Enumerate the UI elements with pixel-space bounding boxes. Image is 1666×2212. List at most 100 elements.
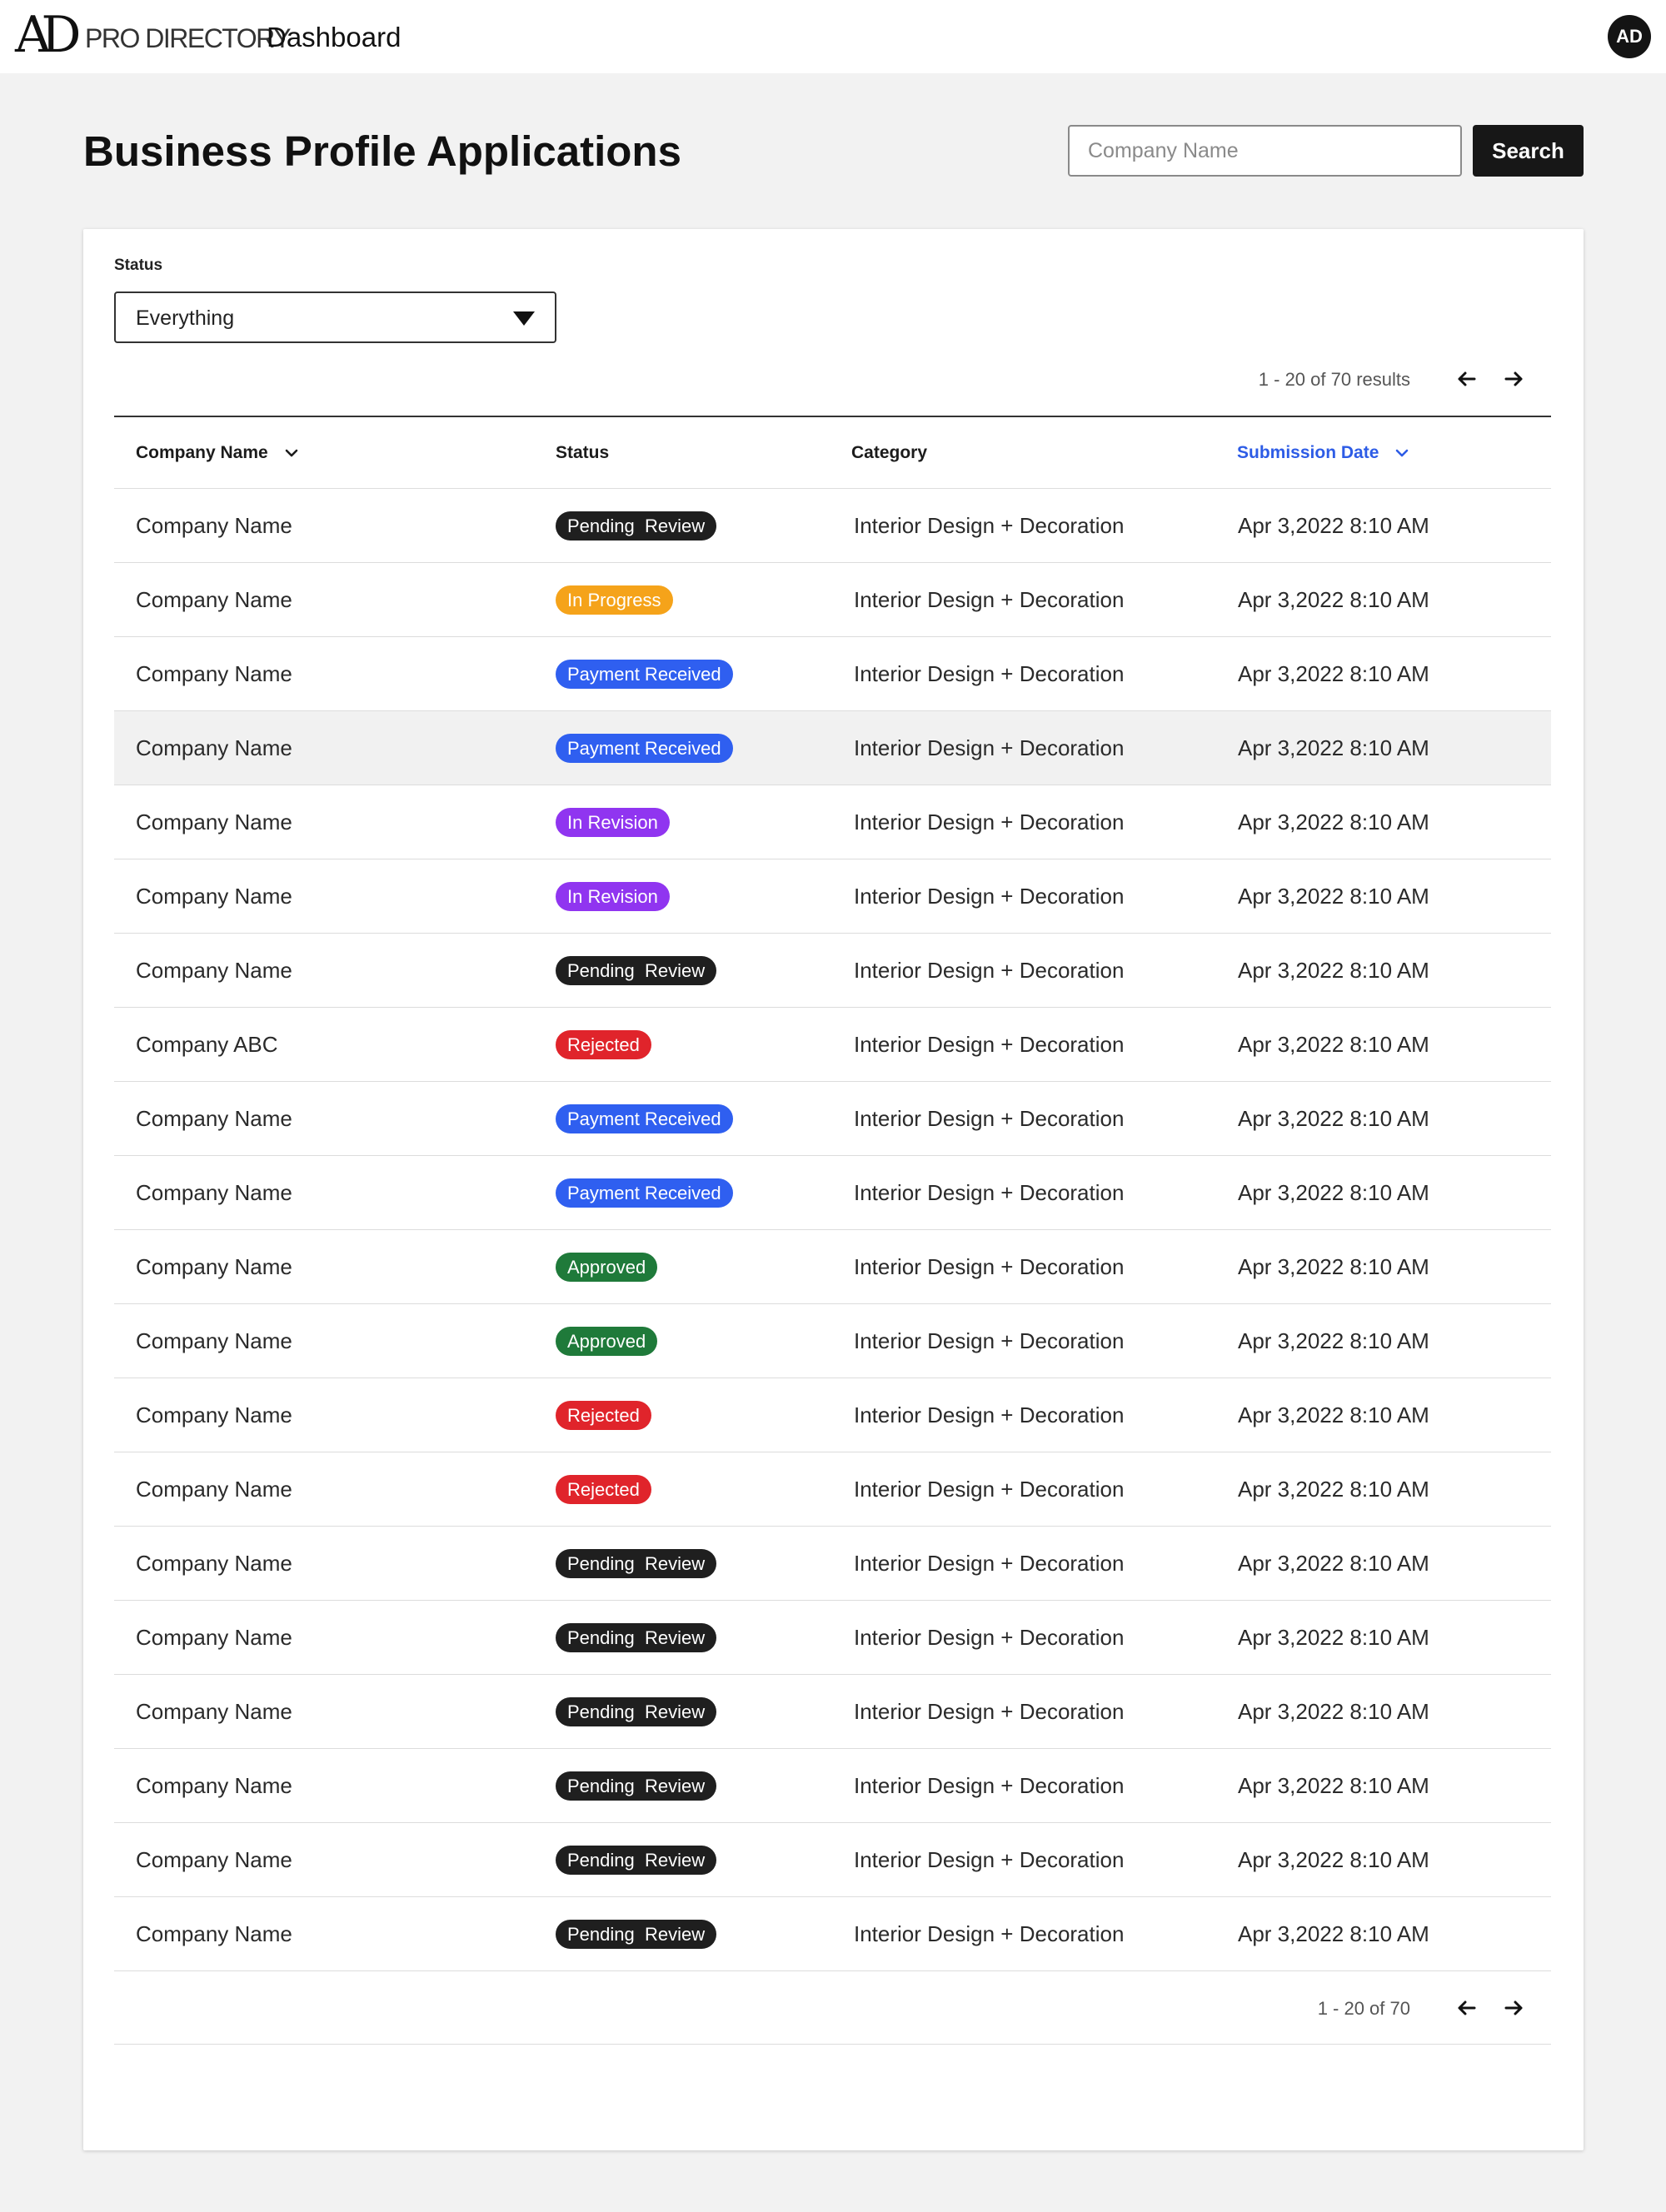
status-badge: Pending Review — [556, 1846, 717, 1875]
table-row[interactable]: Company Name Approved Interior Design + De… — [114, 1230, 1551, 1304]
table-row[interactable]: Company Name Payment Received Interior Des… — [114, 711, 1551, 785]
column-header-company-name[interactable]: Company Name — [136, 417, 300, 489]
submission-date-cell: Apr 3,2022 8:10 AM — [1238, 1773, 1429, 1798]
status-badge: Rejected — [556, 1030, 651, 1059]
company-name-cell[interactable]: Company Name — [136, 1452, 292, 1526]
arrow-left-icon — [1458, 371, 1476, 386]
table-row[interactable]: Company Name Pending Review Interior Desig… — [114, 1675, 1551, 1749]
company-name-cell[interactable]: Company Name — [136, 1897, 292, 1970]
company-name-cell[interactable]: Company Name — [136, 859, 292, 933]
category-cell: Interior Design + Decoration — [854, 1551, 1125, 1576]
company-name-cell[interactable]: Company ABC — [136, 1008, 278, 1081]
table-row[interactable]: Company Name Rejected Interior Design + De… — [114, 1452, 1551, 1527]
table-row[interactable]: Company Name Pending Review Interior Desig… — [114, 1823, 1551, 1897]
table-row[interactable]: Company Name In Revision Interior Design +… — [114, 859, 1551, 934]
applications-table: Company Name Status Category Submission … — [114, 416, 1551, 2045]
category-cell: Interior Design + Decoration — [854, 1477, 1125, 1502]
column-header-submission-date[interactable]: Submission Date — [1237, 417, 1410, 489]
company-name-cell[interactable]: Company Name — [136, 637, 292, 710]
caret-down-icon — [513, 311, 535, 326]
category-cell: Interior Design + Decoration — [854, 1402, 1125, 1427]
company-name-cell[interactable]: Company Name — [136, 1378, 292, 1452]
status-badge: Payment Received — [556, 1178, 733, 1208]
next-page-button-bottom[interactable] — [1497, 1991, 1530, 2025]
table-row[interactable]: Company ABC Rejected Interior Design + Dec… — [114, 1008, 1551, 1082]
company-name-cell[interactable]: Company Name — [136, 1675, 292, 1748]
table-row[interactable]: Company Name In Revision Interior Design +… — [114, 785, 1551, 859]
submission-date-cell: Apr 3,2022 8:10 AM — [1238, 884, 1429, 909]
company-name-cell[interactable]: Company Name — [136, 1230, 292, 1303]
status-badge: Pending Review — [556, 1771, 717, 1801]
logo-mark[interactable]: AD — [15, 10, 82, 60]
category-cell: Interior Design + Decoration — [854, 1699, 1125, 1724]
company-name-cell[interactable]: Company Name — [136, 1156, 292, 1229]
company-name-cell[interactable]: Company Name — [136, 785, 292, 859]
company-name-cell[interactable]: Company Name — [136, 1527, 292, 1600]
status-badge: Pending Review — [556, 1697, 717, 1726]
category-cell: Interior Design + Decoration — [854, 513, 1125, 538]
company-name-cell[interactable]: Company Name — [136, 489, 292, 562]
submission-date-cell: Apr 3,2022 8:10 AM — [1238, 661, 1429, 686]
column-label: Submission Date — [1237, 443, 1379, 462]
logo-subtitle: PRO DIRECTORY — [85, 23, 292, 53]
submission-date-cell: Apr 3,2022 8:10 AM — [1238, 1551, 1429, 1576]
top-bar: AD PRO DIRECTORY Dashboard AD — [0, 0, 1666, 73]
status-badge: Pending Review — [556, 1549, 717, 1578]
section-title[interactable]: Dashboard — [267, 22, 401, 53]
status-filter-select[interactable]: Everything — [114, 291, 556, 343]
search-button[interactable]: Search — [1473, 125, 1584, 177]
category-cell: Interior Design + Decoration — [854, 1032, 1125, 1057]
avatar[interactable]: AD — [1608, 15, 1651, 58]
table-row[interactable]: Company Name Pending Review Interior Desig… — [114, 489, 1551, 563]
table-row[interactable]: Company Name Pending Review Interior Desig… — [114, 1897, 1551, 1971]
table-row[interactable]: Company Name In Progress Interior Design +… — [114, 563, 1551, 637]
submission-date-cell: Apr 3,2022 8:10 AM — [1238, 958, 1429, 983]
status-badge: Approved — [556, 1253, 658, 1282]
chevron-down-icon — [283, 445, 300, 461]
company-name-cell[interactable]: Company Name — [136, 1304, 292, 1378]
table-row[interactable]: Company Name Pending Review Interior Desig… — [114, 1601, 1551, 1675]
submission-date-cell: Apr 3,2022 8:10 AM — [1238, 587, 1429, 612]
submission-date-cell: Apr 3,2022 8:10 AM — [1238, 1625, 1429, 1650]
status-badge: Pending Review — [556, 1920, 717, 1949]
column-label: Company Name — [136, 443, 268, 462]
search-input[interactable] — [1068, 125, 1462, 177]
prev-page-button[interactable] — [1450, 362, 1484, 396]
submission-date-cell: Apr 3,2022 8:10 AM — [1238, 1106, 1429, 1131]
table-row[interactable]: Company Name Pending Review Interior Desig… — [114, 1527, 1551, 1601]
category-cell: Interior Design + Decoration — [854, 1773, 1125, 1798]
submission-date-cell: Apr 3,2022 8:10 AM — [1238, 810, 1429, 834]
submission-date-cell: Apr 3,2022 8:10 AM — [1238, 1254, 1429, 1279]
submission-date-cell: Apr 3,2022 8:10 AM — [1238, 1699, 1429, 1724]
next-page-button[interactable] — [1497, 362, 1530, 396]
prev-page-button-bottom[interactable] — [1450, 1991, 1484, 2025]
table-row[interactable]: Company Name Approved Interior Design + De… — [114, 1304, 1551, 1378]
category-cell: Interior Design + Decoration — [854, 810, 1125, 834]
applications-card: Status Everything 1 - 20 of 70 results C… — [83, 229, 1584, 2150]
column-header-status: Status — [556, 443, 610, 462]
table-row[interactable]: Company Name Pending Review Interior Desig… — [114, 1749, 1551, 1823]
company-name-cell[interactable]: Company Name — [136, 1082, 292, 1155]
table-row[interactable]: Company Name Rejected Interior Design + De… — [114, 1378, 1551, 1452]
company-name-cell[interactable]: Company Name — [136, 934, 292, 1007]
table-row[interactable]: Company Name Payment Received Interior Des… — [114, 1082, 1551, 1156]
category-cell: Interior Design + Decoration — [854, 1921, 1125, 1946]
company-name-cell[interactable]: Company Name — [136, 563, 292, 636]
category-cell: Interior Design + Decoration — [854, 1254, 1125, 1279]
table-row[interactable]: Company Name Payment Received Interior Des… — [114, 1156, 1551, 1230]
results-count: 1 - 20 of 70 results — [1258, 369, 1410, 390]
submission-date-cell: Apr 3,2022 8:10 AM — [1238, 1032, 1429, 1057]
table-row[interactable]: Company Name Pending Review Interior Desig… — [114, 934, 1551, 1008]
status-filter-value: Everything — [136, 306, 235, 330]
company-name-cell[interactable]: Company Name — [136, 1749, 292, 1822]
arrow-right-icon — [1504, 2000, 1523, 2015]
company-name-cell[interactable]: Company Name — [136, 1601, 292, 1674]
company-name-cell[interactable]: Company Name — [136, 1823, 292, 1896]
status-badge: Rejected — [556, 1401, 651, 1430]
company-name-cell[interactable]: Company Name — [136, 711, 292, 785]
status-badge: Pending Review — [556, 1623, 717, 1652]
status-badge: In Revision — [556, 808, 670, 837]
table-row[interactable]: Company Name Payment Received Interior Des… — [114, 637, 1551, 711]
status-badge: Payment Received — [556, 734, 733, 763]
status-filter-label: Status — [114, 257, 163, 274]
